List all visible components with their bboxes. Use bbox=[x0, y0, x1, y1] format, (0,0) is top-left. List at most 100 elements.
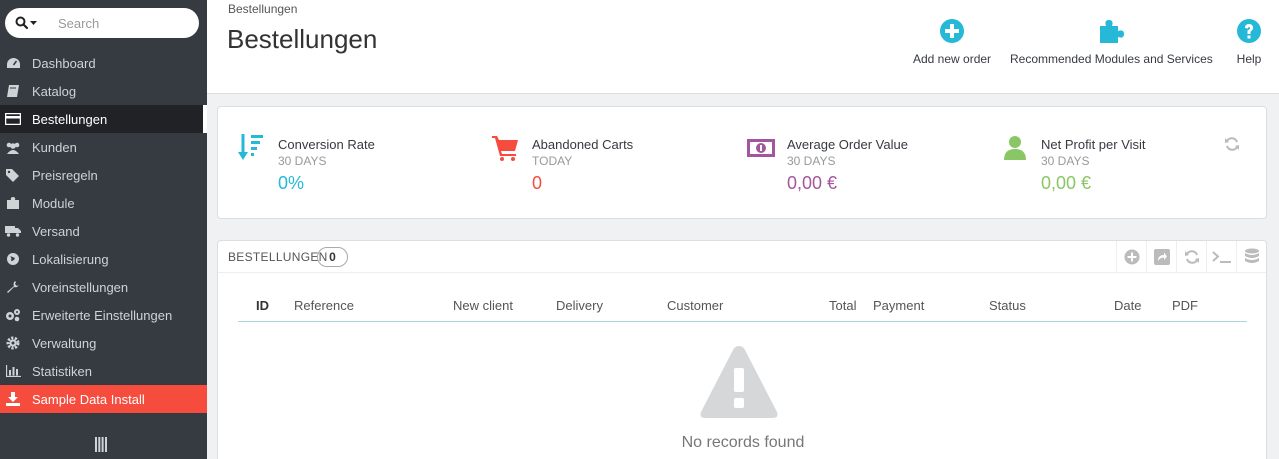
recommended-modules-button[interactable]: Recommended Modules and Services bbox=[1010, 18, 1213, 66]
sidebar-item-label: Lokalisierung bbox=[32, 251, 109, 267]
sidebar-item-voreinstellungen[interactable]: Voreinstellungen bbox=[0, 273, 207, 301]
download-icon bbox=[5, 391, 21, 407]
help-button[interactable]: Help bbox=[1236, 18, 1262, 66]
sidebar-item-katalog[interactable]: Katalog bbox=[0, 77, 207, 105]
orders-panel-title: BESTELLUNGEN bbox=[228, 250, 328, 264]
recommended-modules-label: Recommended Modules and Services bbox=[1010, 52, 1213, 66]
sidebar-item-versand[interactable]: Versand bbox=[0, 217, 207, 245]
column-header-reference[interactable]: Reference bbox=[294, 298, 354, 313]
sidebar-item-sample-data-install[interactable]: Sample Data Install bbox=[0, 385, 207, 413]
cogs-icon bbox=[5, 307, 21, 323]
wrench-icon bbox=[5, 279, 21, 295]
orders-panel-header: BESTELLUNGEN 0 bbox=[218, 241, 1266, 273]
sidebar-item-label: Katalog bbox=[32, 83, 77, 99]
sidebar-item-label: Statistiken bbox=[32, 363, 92, 379]
add-order-tool-button[interactable] bbox=[1116, 241, 1146, 273]
column-header-total[interactable]: Total bbox=[829, 298, 856, 313]
plus-circle-icon bbox=[940, 19, 965, 43]
page-header: Bestellungen Bestellungen Add new order … bbox=[207, 0, 1279, 94]
sort-amount-down-icon bbox=[238, 134, 263, 160]
terminal-icon bbox=[1211, 251, 1231, 263]
sidebar-item-preisregeln[interactable]: Preisregeln bbox=[0, 161, 207, 189]
sidebar-item-label: Dashboard bbox=[32, 55, 96, 71]
sidebar-item-label: Bestellungen bbox=[32, 111, 108, 127]
add-new-order-button[interactable]: Add new order bbox=[913, 18, 991, 66]
sidebar-nav: Dashboard Katalog Bestellungen Kunden Pr… bbox=[0, 49, 207, 413]
sidebar-item-label: Voreinstellungen bbox=[32, 279, 129, 295]
column-header-new-client[interactable]: New client bbox=[453, 298, 513, 313]
book-icon bbox=[5, 83, 21, 99]
kpi-title: Abandoned Carts bbox=[532, 137, 634, 152]
orders-toolbar bbox=[1116, 241, 1266, 273]
tags-icon bbox=[5, 167, 21, 183]
column-header-payment[interactable]: Payment bbox=[873, 298, 924, 313]
column-header-status[interactable]: Status bbox=[989, 298, 1026, 313]
sidebar-item-module[interactable]: Module bbox=[0, 189, 207, 217]
gear-icon bbox=[5, 335, 21, 351]
orders-count-badge: 0 bbox=[317, 247, 348, 267]
globe-icon bbox=[5, 251, 21, 267]
shopping-cart-icon bbox=[492, 136, 518, 161]
kpi-period: 30 DAYS bbox=[787, 154, 836, 168]
refresh-list-button[interactable] bbox=[1176, 241, 1206, 273]
export-tool-button[interactable] bbox=[1146, 241, 1176, 273]
kpi-title: Conversion Rate bbox=[278, 137, 375, 152]
empty-state-message: No records found bbox=[681, 434, 805, 451]
truck-icon bbox=[5, 223, 21, 239]
users-icon bbox=[5, 139, 21, 155]
sidebar-item-kunden[interactable]: Kunden bbox=[0, 133, 207, 161]
add-new-order-label: Add new order bbox=[913, 52, 992, 66]
sidebar-item-label: Versand bbox=[32, 223, 80, 239]
kpi-title: Average Order Value bbox=[787, 137, 908, 152]
sidebar-item-label: Module bbox=[32, 195, 75, 211]
sidebar-item-label: Kunden bbox=[32, 139, 77, 155]
sidebar-item-dashboard[interactable]: Dashboard bbox=[0, 49, 207, 77]
sidebar-item-label: Sample Data Install bbox=[32, 391, 145, 407]
sidebar-item-statistiken[interactable]: Statistiken bbox=[0, 357, 207, 385]
sidebar-item-label: Verwaltung bbox=[32, 335, 97, 351]
column-header-customer[interactable]: Customer bbox=[667, 298, 723, 313]
sidebar-item-verwaltung[interactable]: Verwaltung bbox=[0, 329, 207, 357]
kpi-value: 0 bbox=[532, 173, 543, 193]
kpi-value: 0,00 € bbox=[787, 173, 838, 193]
dashboard-icon bbox=[5, 55, 21, 71]
column-header-date[interactable]: Date bbox=[1114, 298, 1141, 313]
kpi-value: 0% bbox=[278, 173, 305, 193]
help-label: Help bbox=[1236, 52, 1262, 66]
kpi-period: 30 DAYS bbox=[278, 154, 327, 168]
refresh-icon bbox=[1184, 250, 1199, 264]
breadcrumb[interactable]: Bestellungen bbox=[228, 2, 297, 16]
orders-panel: BESTELLUNGEN 0 ID Reference New client D… bbox=[217, 240, 1267, 459]
search-input[interactable]: Search bbox=[58, 16, 99, 31]
sidebar-item-label: Erweiterte Einstellungen bbox=[32, 307, 173, 323]
question-circle-icon bbox=[1237, 19, 1261, 43]
sidebar-item-bestellungen[interactable]: Bestellungen bbox=[0, 105, 207, 133]
refresh-icon[interactable] bbox=[1224, 136, 1240, 152]
column-header-id[interactable]: ID bbox=[256, 298, 269, 313]
sidebar-item-lokalisierung[interactable]: Lokalisierung bbox=[0, 245, 207, 273]
kpi-value: 0,00 € bbox=[1041, 173, 1092, 193]
collapse-menu-icon[interactable] bbox=[95, 437, 107, 452]
page-title: Bestellungen bbox=[227, 24, 378, 54]
bar-chart-icon bbox=[5, 363, 21, 379]
sidebar: Search Dashboard Katalog Bestellungen Ku… bbox=[0, 0, 207, 459]
column-header-delivery[interactable]: Delivery bbox=[556, 298, 603, 313]
sidebar-item-label: Preisregeln bbox=[32, 167, 98, 183]
sql-query-button[interactable] bbox=[1206, 241, 1236, 273]
database-export-button[interactable] bbox=[1236, 241, 1266, 273]
search-box[interactable]: Search bbox=[5, 8, 199, 38]
kpi-period: TODAY bbox=[532, 154, 573, 168]
search-icon[interactable] bbox=[15, 16, 39, 30]
warning-icon bbox=[700, 346, 778, 418]
database-icon bbox=[1244, 248, 1259, 263]
puzzle-icon bbox=[5, 195, 21, 211]
money-icon bbox=[747, 139, 775, 157]
column-header-pdf[interactable]: PDF bbox=[1172, 298, 1198, 313]
sidebar-item-erweiterte-einstellungen[interactable]: Erweiterte Einstellungen bbox=[0, 301, 207, 329]
puzzle-icon bbox=[1100, 20, 1125, 43]
credit-card-icon bbox=[5, 111, 21, 127]
orders-table-header: ID Reference New client Delivery Custome… bbox=[238, 287, 1247, 322]
plus-circle-icon bbox=[1124, 249, 1139, 265]
kpi-title: Net Profit per Visit bbox=[1041, 137, 1146, 152]
kpi-period: 30 DAYS bbox=[1041, 154, 1090, 168]
